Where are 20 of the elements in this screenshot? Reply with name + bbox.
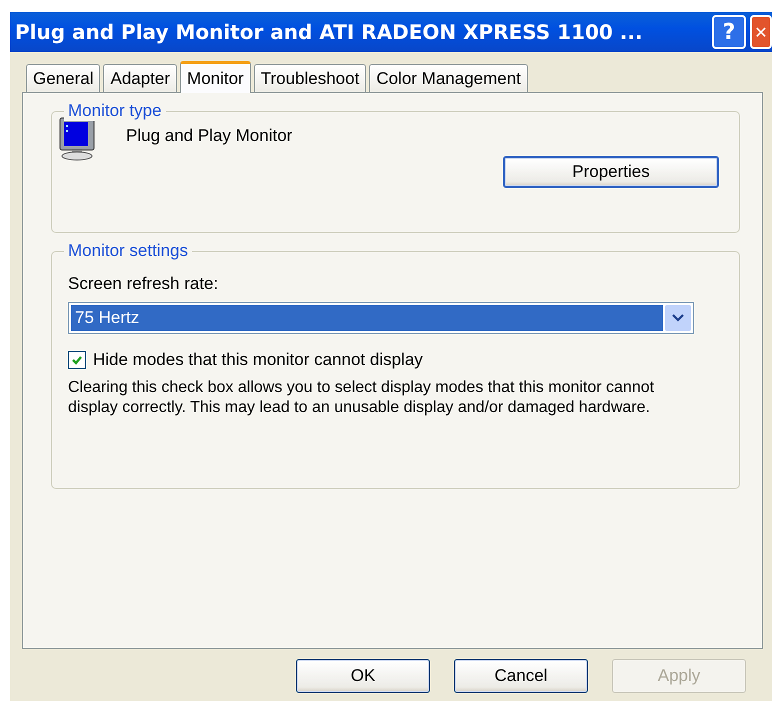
tab[interactable]: Adapter: [103, 64, 178, 92]
field-label: Screen refresh rate:: [68, 274, 220, 294]
tab[interactable]: Troubleshoot: [254, 64, 366, 92]
refresh-rate-dropdown[interactable]: 75 Hertz: [68, 302, 694, 334]
group-label: Monitor type: [64, 101, 166, 121]
group-label: Monitor settings: [64, 241, 192, 261]
tab[interactable]: Monitor: [180, 61, 251, 93]
checkbox-label: Hide modes that this monitor cannot display: [93, 350, 423, 370]
check-icon: [71, 354, 83, 366]
cancel-button[interactable]: Cancel: [454, 659, 588, 693]
window-title: Plug and Play Monitor and ATI RADEON XPRESS 1100 ...: [15, 20, 643, 44]
tab[interactable]: Color Management: [369, 64, 528, 92]
properties-button[interactable]: Properties: [503, 156, 719, 188]
help-button[interactable]: ?: [712, 15, 746, 49]
tab[interactable]: General: [26, 64, 100, 92]
monitor-name: Plug and Play Monitor: [126, 126, 292, 146]
ok-button[interactable]: OK: [296, 659, 430, 693]
checkbox[interactable]: [68, 351, 86, 369]
warning-text: Clearing this check box allows you to select display modes that this monitor cannot display correctly. This may lead to an unusable display and/or damaged hardware.: [68, 378, 656, 418]
close-button[interactable]: ✕: [750, 15, 772, 49]
